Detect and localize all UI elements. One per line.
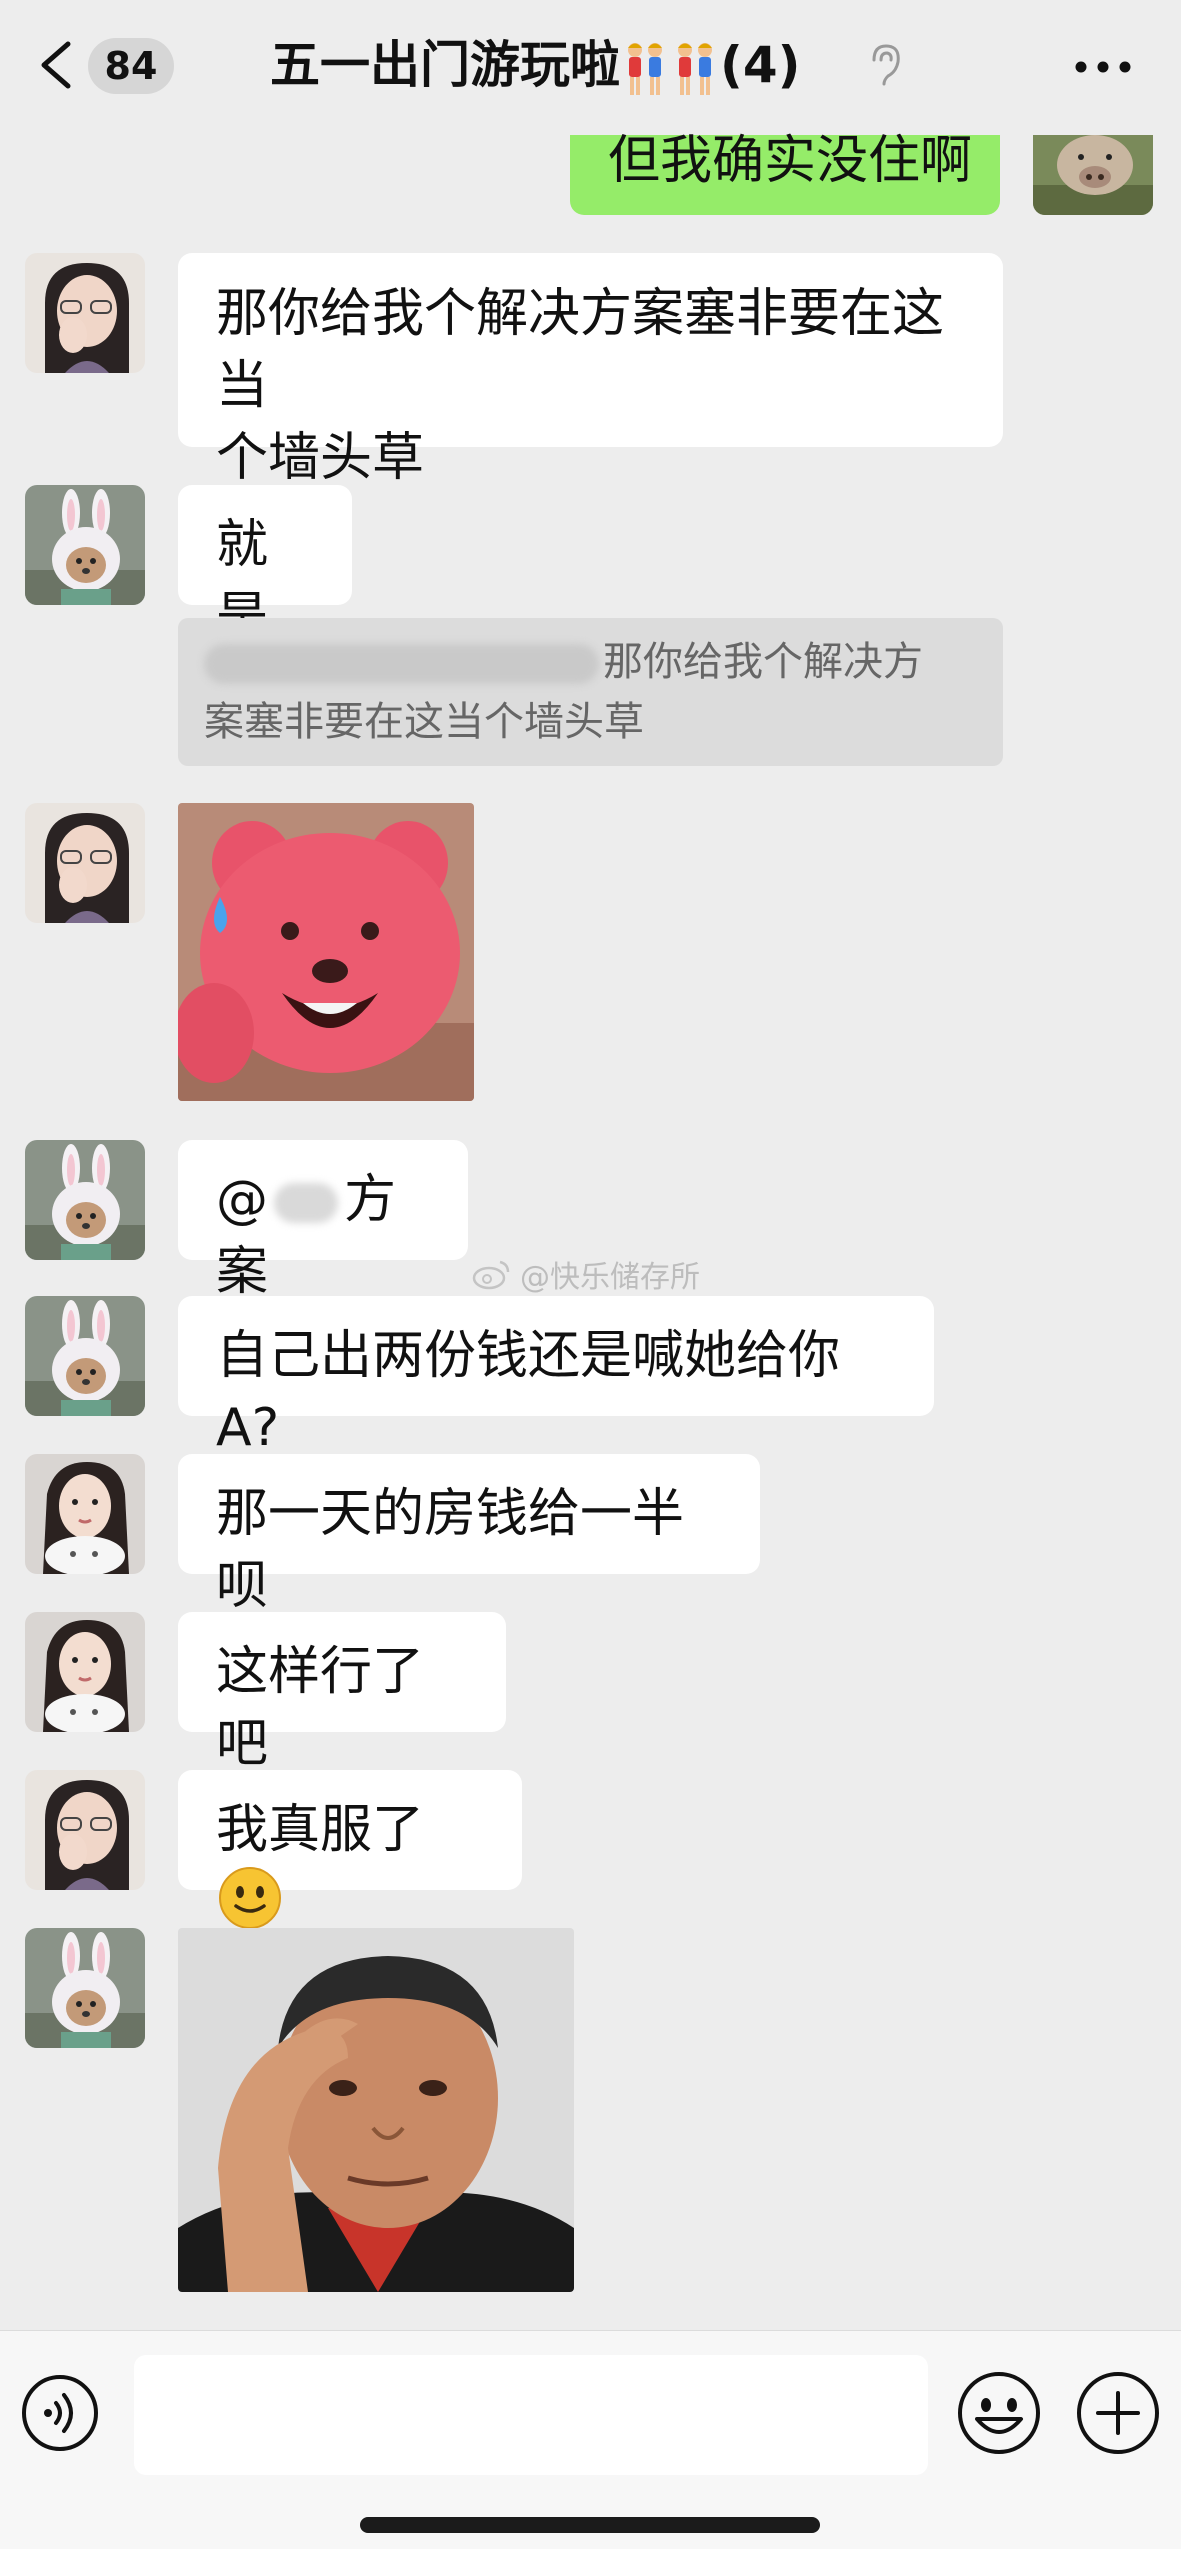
- message-text: 自己出两份钱还是喊她给你 A?: [216, 1326, 857, 1458]
- ear-mode-icon: [872, 44, 900, 86]
- avatar-girl-glasses[interactable]: [25, 253, 145, 373]
- unread-count-badge[interactable]: 84: [88, 38, 174, 94]
- plus-icon[interactable]: [1074, 2369, 1162, 2457]
- input-bar: [0, 2330, 1181, 2549]
- message-bubble[interactable]: 我真服了: [178, 1770, 522, 1929]
- watermark-text: @快乐储存所: [520, 1260, 700, 1295]
- two-girls-emoji-icon: [628, 42, 662, 95]
- blurred-quoted-sender: [204, 644, 599, 684]
- avatar-bunny-hat[interactable]: [25, 1140, 145, 1260]
- message-text: 那你给我个解决方案塞非要在这当 个墙头草: [216, 284, 945, 488]
- message-text: 这样行了吧: [216, 1642, 425, 1774]
- more-options-icon[interactable]: [1074, 60, 1132, 74]
- chat-header: 84 五一出门游玩啦 (4): [0, 0, 1181, 135]
- avatar-bunny-hat[interactable]: [25, 1296, 145, 1416]
- avatar-girl-glasses[interactable]: [25, 1770, 145, 1890]
- message-bubble[interactable]: @ 方案: [178, 1140, 468, 1302]
- my-message-bubble[interactable]: 但我确实没住啊: [570, 131, 1000, 215]
- two-girls-emoji-icon: [678, 42, 712, 95]
- message-text: 我真服了: [216, 1800, 425, 1860]
- avatar-bunny-hat[interactable]: [25, 485, 145, 605]
- message-bubble[interactable]: 那一天的房钱给一半呗: [178, 1454, 760, 1616]
- voice-input-icon[interactable]: [20, 2373, 100, 2453]
- man-scratching-head-sticker[interactable]: [178, 1928, 574, 2292]
- blurred-mention-name: [274, 1183, 338, 1223]
- my-avatar-pig[interactable]: [1033, 135, 1153, 215]
- avatar-bunny-hat[interactable]: [25, 1928, 145, 2048]
- watermark: @快乐储存所: [472, 1252, 700, 1296]
- pink-bear-sweat-sticker[interactable]: [178, 803, 474, 1101]
- emoji-icon[interactable]: [955, 2369, 1043, 2457]
- member-count: (4): [720, 36, 801, 94]
- message-bubble[interactable]: 这样行了吧: [178, 1612, 506, 1774]
- quoted-message[interactable]: 那你给我个解决方 案塞非要在这当个墙头草: [178, 618, 1003, 766]
- message-bubble[interactable]: 自己出两份钱还是喊她给你 A?: [178, 1296, 934, 1458]
- mention-at: @: [216, 1170, 268, 1230]
- message-input[interactable]: [134, 2355, 928, 2475]
- avatar-girl-glasses[interactable]: [25, 803, 145, 923]
- title-text: 五一出门游玩啦: [270, 36, 620, 94]
- group-chat-title[interactable]: 五一出门游玩啦 (4): [270, 34, 801, 96]
- home-indicator[interactable]: [360, 2517, 820, 2533]
- message-text: 那一天的房钱给一半呗: [216, 1484, 685, 1616]
- message-bubble[interactable]: 就是: [178, 485, 352, 647]
- avatar-girl-cat[interactable]: [25, 1454, 145, 1574]
- weibo-logo-icon: [472, 1260, 510, 1290]
- smile-emoji-icon: [219, 1867, 281, 1929]
- avatar-girl-cat[interactable]: [25, 1612, 145, 1732]
- back-arrow-icon[interactable]: [38, 40, 74, 90]
- message-bubble[interactable]: 那你给我个解决方案塞非要在这当 个墙头草: [178, 253, 1003, 488]
- message-text: 但我确实没住啊: [608, 131, 973, 191]
